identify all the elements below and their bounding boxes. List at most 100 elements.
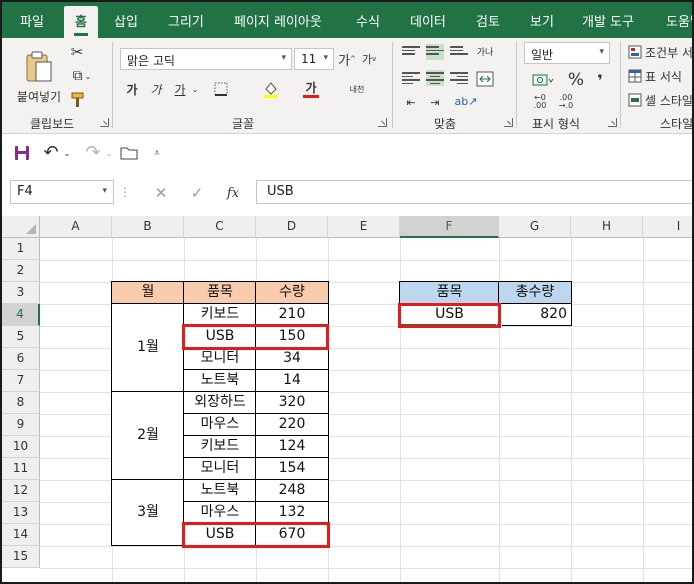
tab-developer[interactable]: 개발 도구 (582, 11, 634, 30)
align-right-icon[interactable] (450, 70, 468, 86)
alignment-launcher-icon[interactable] (504, 118, 513, 127)
item-cell[interactable]: 노트북 (183, 479, 257, 502)
row-header-10[interactable]: 10 (2, 436, 40, 458)
number-format-dropdown[interactable]: 일반 ▾ (524, 42, 610, 64)
percent-button[interactable]: % (566, 69, 586, 91)
align-bottom-icon[interactable] (450, 44, 468, 60)
column-header-h[interactable]: H (571, 216, 643, 238)
folder-icon[interactable] (118, 143, 140, 163)
cut-icon[interactable]: ✂ (68, 42, 86, 62)
tab-formulas[interactable]: 수식 (356, 11, 380, 30)
chevron-down-icon[interactable]: ⌄ (190, 80, 200, 98)
row-header-13[interactable]: 13 (2, 502, 40, 524)
tab-view[interactable]: 보기 (530, 11, 554, 30)
row-header-12[interactable]: 12 (2, 480, 40, 502)
cell-styles-button[interactable]: 셀 스타일 (628, 90, 692, 110)
align-left-icon[interactable] (402, 70, 420, 86)
increase-decimal-icon[interactable]: ←0.00 (528, 92, 552, 112)
row-header-14[interactable]: 14 (2, 524, 40, 546)
column-header-i[interactable]: I (643, 216, 692, 238)
format-as-table-button[interactable]: 표 서식 (628, 66, 682, 86)
format-painter-icon[interactable] (68, 90, 88, 110)
undo-icon[interactable]: ↶ (40, 141, 62, 163)
item-cell[interactable]: 노트북 (183, 369, 257, 392)
month-cell-jan[interactable]: 1월 (111, 303, 185, 392)
accounting-format-icon[interactable] (528, 70, 558, 90)
column-header-g[interactable]: G (499, 216, 571, 238)
item-cell[interactable]: 마우스 (183, 413, 257, 436)
lookup-header-item[interactable]: 품목 (399, 281, 500, 304)
comma-button[interactable]: ❜ (592, 69, 608, 91)
font-color-button[interactable]: 가 (300, 78, 322, 100)
italic-button[interactable]: 가 (148, 80, 164, 98)
conditional-format-button[interactable]: 조건부 서 (628, 42, 692, 62)
column-header-b[interactable]: B (112, 216, 184, 238)
tab-help[interactable]: 도움말 (666, 11, 692, 30)
qty-cell[interactable]: 220 (255, 413, 329, 436)
item-cell[interactable]: 모니터 (183, 457, 257, 480)
copy-icon[interactable]: ⧉ ⌄ (68, 66, 96, 86)
lookup-total-cell[interactable]: 820 (498, 303, 572, 326)
number-launcher-icon[interactable] (608, 118, 617, 127)
shrink-font-icon[interactable]: 가v (360, 50, 378, 68)
qty-cell[interactable]: 34 (255, 347, 329, 370)
align-center-icon[interactable] (426, 70, 444, 86)
item-cell[interactable]: 키보드 (183, 303, 257, 326)
column-header-a[interactable]: A (40, 216, 112, 238)
save-icon[interactable] (12, 143, 32, 163)
qty-cell[interactable]: 14 (255, 369, 329, 392)
row-header-6[interactable]: 6 (2, 348, 40, 370)
font-size-dropdown[interactable]: 11 ▾ (294, 48, 334, 70)
item-cell[interactable]: 외장하드 (183, 391, 257, 414)
tab-insert[interactable]: 삽입 (114, 11, 138, 30)
row-header-2[interactable]: 2 (2, 260, 40, 282)
tab-home[interactable]: 홈 (64, 6, 98, 38)
customize-qat-icon[interactable]: ⩡ (150, 143, 164, 163)
bold-button[interactable]: 가 (124, 80, 140, 98)
table-header-item[interactable]: 품목 (183, 281, 257, 304)
enter-icon[interactable]: ✓ (186, 184, 208, 202)
orientation-icon[interactable]: ab↗ (454, 92, 478, 110)
tab-review[interactable]: 검토 (476, 11, 500, 30)
table-header-month[interactable]: 월 (111, 281, 185, 304)
row-header-11[interactable]: 11 (2, 458, 40, 480)
grow-font-icon[interactable]: 가 ^ (338, 50, 356, 69)
column-header-c[interactable]: C (184, 216, 256, 238)
qty-cell[interactable]: 124 (255, 435, 329, 458)
tab-file[interactable]: 파일 (20, 11, 44, 30)
row-header-15[interactable]: 15 (2, 546, 40, 568)
row-header-8[interactable]: 8 (2, 392, 40, 414)
row-header-9[interactable]: 9 (2, 414, 40, 436)
fill-color-icon[interactable] (260, 78, 282, 100)
insert-function-button[interactable]: fx (222, 184, 244, 202)
borders-icon[interactable] (208, 80, 234, 98)
chevron-down-icon[interactable]: ⌄ (104, 143, 114, 163)
align-top-icon[interactable] (402, 44, 420, 60)
qty-cell[interactable]: 210 (255, 303, 329, 326)
qty-cell[interactable]: 248 (255, 479, 329, 502)
row-header-4[interactable]: 4 (2, 304, 40, 326)
font-name-dropdown[interactable]: 맑은 고딕 ▾ (120, 48, 292, 70)
redo-icon[interactable]: ↷ (82, 141, 104, 163)
wrap-text-button[interactable]: 가나 (474, 42, 496, 64)
more-options-icon[interactable]: ⋮ (119, 184, 131, 200)
select-all-button[interactable] (2, 216, 40, 238)
tab-draw[interactable]: 그리기 (168, 11, 204, 30)
phonetic-button[interactable]: 내천 (344, 78, 370, 100)
increase-indent-icon[interactable]: ⇥ (426, 94, 444, 110)
underline-button[interactable]: 가 (172, 80, 188, 98)
align-middle-icon[interactable] (426, 44, 444, 60)
month-cell-mar[interactable]: 3월 (111, 479, 185, 546)
merge-center-icon[interactable] (474, 68, 496, 90)
row-header-3[interactable]: 3 (2, 282, 40, 304)
qty-cell[interactable]: 320 (255, 391, 329, 414)
row-header-7[interactable]: 7 (2, 370, 40, 392)
row-header-5[interactable]: 5 (2, 326, 40, 348)
decrease-decimal-icon[interactable]: .00 →.0 (554, 92, 578, 112)
qty-cell[interactable]: 154 (255, 457, 329, 480)
row-header-1[interactable]: 1 (2, 238, 40, 260)
table-header-qty[interactable]: 수량 (255, 281, 329, 304)
paste-button[interactable]: 붙여넣기 (16, 42, 62, 112)
clipboard-launcher-icon[interactable] (100, 118, 109, 127)
qty-cell[interactable]: 132 (255, 501, 329, 524)
